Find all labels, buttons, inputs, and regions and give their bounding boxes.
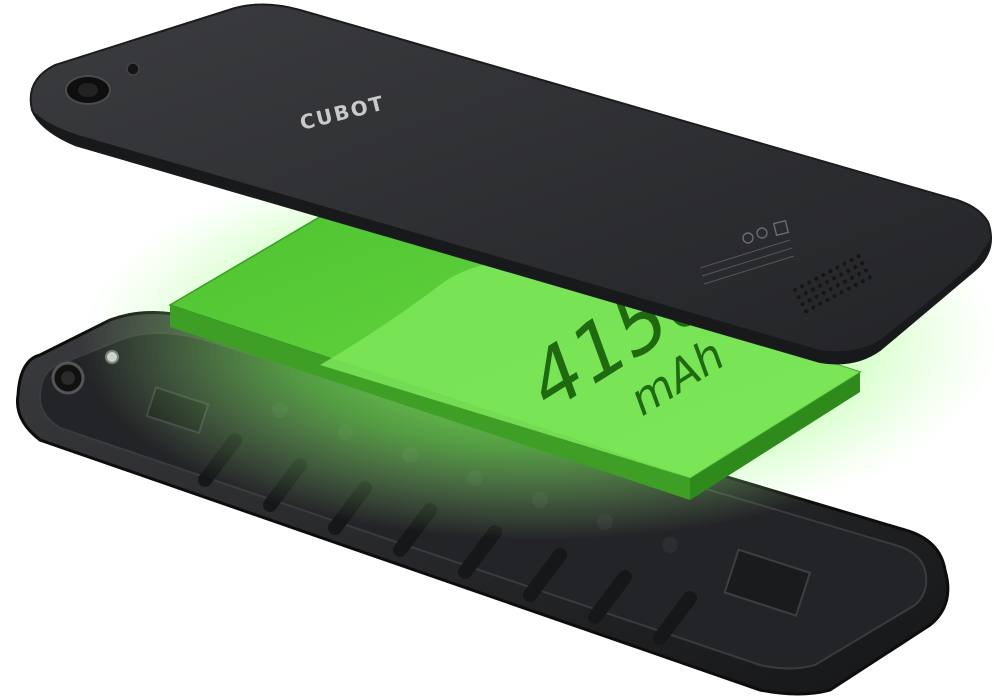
camera-lens-icon: [51, 361, 85, 395]
flash-icon: [126, 62, 140, 76]
camera-lens-icon: [65, 75, 111, 105]
phone-exploded-view: 4150 mAh CUBOT: [15, 3, 994, 696]
